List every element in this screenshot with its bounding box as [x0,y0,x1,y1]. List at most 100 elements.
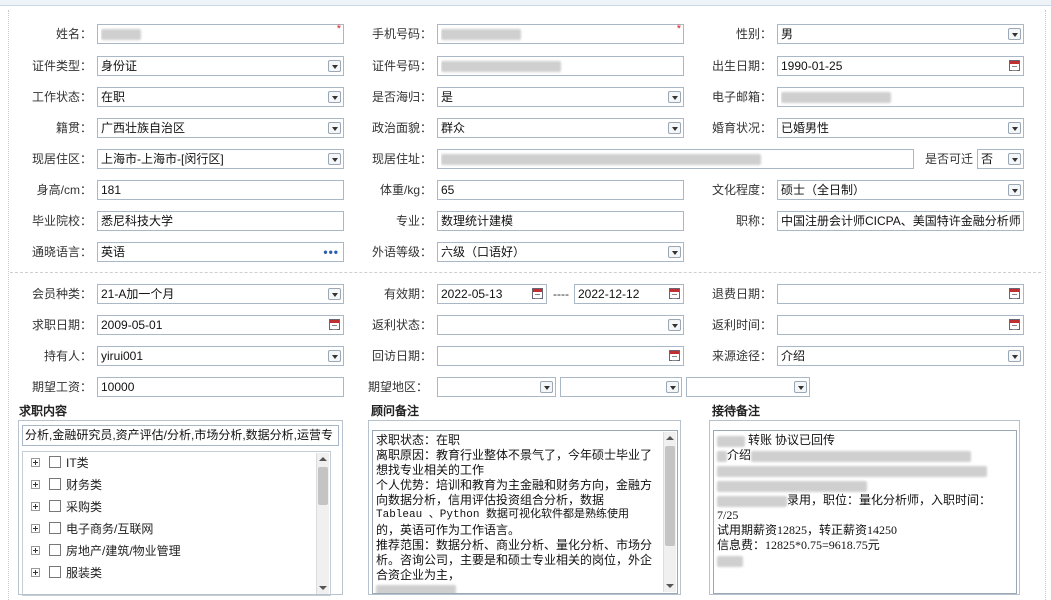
political-select[interactable]: 群众 [437,118,684,138]
rebate-status-select[interactable] [437,315,684,335]
major-field[interactable]: 数理统计建模 [437,211,684,231]
reception-note-line: 介绍 [717,448,1013,463]
relocate-select[interactable]: 否 [977,149,1024,169]
education-value: 硕士（全日制） [781,183,866,197]
region-province-select[interactable] [437,377,556,397]
expand-icon[interactable] [31,480,40,489]
checkbox[interactable] [49,478,61,490]
source-select[interactable]: 介绍 [777,346,1024,366]
scroll-up-icon[interactable] [319,457,327,461]
chevron-down-icon[interactable] [328,60,341,72]
name-field[interactable]: * [97,23,344,44]
title-field[interactable]: 中国注册会计师CICPA、美国特许金融分析师 [777,211,1024,231]
scroll-up-icon[interactable] [666,436,674,440]
checkbox[interactable] [49,544,61,556]
holder-select[interactable]: yirui001 [97,346,344,366]
revisit-date-field[interactable] [437,346,684,366]
gender-select[interactable]: 男 [777,24,1024,44]
education-select[interactable]: 硕士（全日制） [777,180,1024,200]
reception-note-line [717,478,1013,493]
chevron-down-icon[interactable] [540,381,553,393]
chevron-down-icon[interactable] [668,91,681,103]
chevron-down-icon[interactable] [1008,153,1021,165]
work-status-select[interactable]: 在职 [97,87,344,107]
chevron-down-icon[interactable] [328,122,341,134]
scroll-thumb[interactable] [318,467,328,505]
email-field[interactable] [777,87,1024,107]
name-value-redacted [101,25,321,43]
chevron-down-icon[interactable] [328,288,341,300]
chevron-down-icon[interactable] [1008,28,1021,40]
more-icon[interactable]: ••• [323,245,339,259]
scroll-thumb[interactable] [665,446,675,546]
chevron-down-icon[interactable] [328,153,341,165]
chevron-down-icon[interactable] [1008,122,1021,134]
checkbox[interactable] [49,566,61,578]
apply-date-field[interactable]: 2009-05-01 [97,315,344,335]
region-city-select[interactable] [560,377,682,397]
residence-area-select[interactable]: 上海市-上海市-[闵行区] [97,149,344,169]
weight-field[interactable]: 65 [437,180,684,200]
expand-icon[interactable] [31,546,40,555]
checkbox[interactable] [49,522,61,534]
chevron-down-icon[interactable] [666,381,679,393]
advisor-note-line: 个人优势：培训和教育为主金融和财务方向，金融方 [376,478,653,492]
validity-start-field[interactable]: 2022-05-13 [437,284,547,304]
marital-select[interactable]: 已婚男性 [777,118,1024,138]
expand-icon[interactable] [31,502,40,511]
checkbox[interactable] [49,500,61,512]
member-type-select[interactable]: 21-A加一个月 [97,284,344,304]
phone-field[interactable]: * [437,23,684,44]
tree-scrollbar[interactable] [316,453,329,594]
id-type-select[interactable]: 身份证 [97,56,344,76]
chevron-down-icon[interactable] [328,91,341,103]
chevron-down-icon[interactable] [668,122,681,134]
chevron-down-icon[interactable] [668,319,681,331]
calendar-icon[interactable] [532,288,543,299]
chevron-down-icon[interactable] [1008,350,1021,362]
tree-item-label: 服装类 [66,566,103,580]
advisor-notes-scrollbar[interactable] [663,432,676,592]
foreign-level-select[interactable]: 六级（口语好） [437,242,684,262]
validity-end-field[interactable]: 2022-12-12 [574,284,684,304]
expand-icon[interactable] [31,458,40,467]
address-field[interactable] [437,149,914,169]
job-content-summary-field[interactable]: 分析,金融研究员,资产评估/分析,市场分析,数据分析,运营专 [22,425,339,446]
chevron-down-icon[interactable] [668,246,681,258]
category-tree[interactable]: IT类 财务类 采购类 电子商务/互联网 房地产/建筑/物业管理 服装类 [22,451,331,596]
gender-value: 男 [781,27,794,41]
calendar-icon[interactable] [1009,288,1020,299]
salary-field[interactable]: 10000 [97,377,344,397]
expand-icon[interactable] [31,568,40,577]
region-district-select[interactable] [686,377,810,397]
refund-date-field[interactable] [777,284,1024,304]
chevron-down-icon[interactable] [794,381,807,393]
height-field[interactable]: 181 [97,180,344,200]
id-number-field[interactable] [437,56,684,76]
chevron-down-icon[interactable] [1008,184,1021,196]
scroll-down-icon[interactable] [666,584,674,588]
school-field[interactable]: 悉尼科技大学 [97,211,344,231]
scroll-down-icon[interactable] [319,586,327,590]
advisor-notes-title: 顾问备注 [371,404,420,418]
calendar-icon[interactable] [669,288,680,299]
advisor-note-line: 离职原因：教育行业整体不景气了，今年硕士毕业了 [376,448,653,462]
calendar-icon[interactable] [669,350,680,361]
calendar-icon[interactable] [1009,60,1020,71]
rebate-time-field[interactable] [777,315,1024,335]
checkbox[interactable] [49,456,61,468]
advisor-notes-textarea[interactable]: 求职状态：在职 离职原因：教育行业整体不景气了，今年硕士毕业了 想找专业相关的工… [372,430,678,594]
school-label: 毕业院校： [31,214,92,228]
advisor-note-line: 的，英语可作为工作语言。 [376,523,521,537]
calendar-icon[interactable] [1009,319,1020,330]
chevron-down-icon[interactable] [328,350,341,362]
id-number-redacted [441,57,661,75]
language-field[interactable]: 英语 ••• [97,242,344,262]
calendar-icon[interactable] [329,319,340,330]
overseas-select[interactable]: 是 [437,87,684,107]
birth-date-field[interactable]: 1990-01-25 [777,56,1024,76]
expand-icon[interactable] [31,524,40,533]
native-place-select[interactable]: 广西壮族自治区 [97,118,344,138]
validity-separator: ---- [553,287,569,301]
reception-notes-textarea[interactable]: 转账 协议已回传 介绍 录用，职位：量化分析师，入职时间： 7/25 试用期薪资… [713,430,1017,594]
